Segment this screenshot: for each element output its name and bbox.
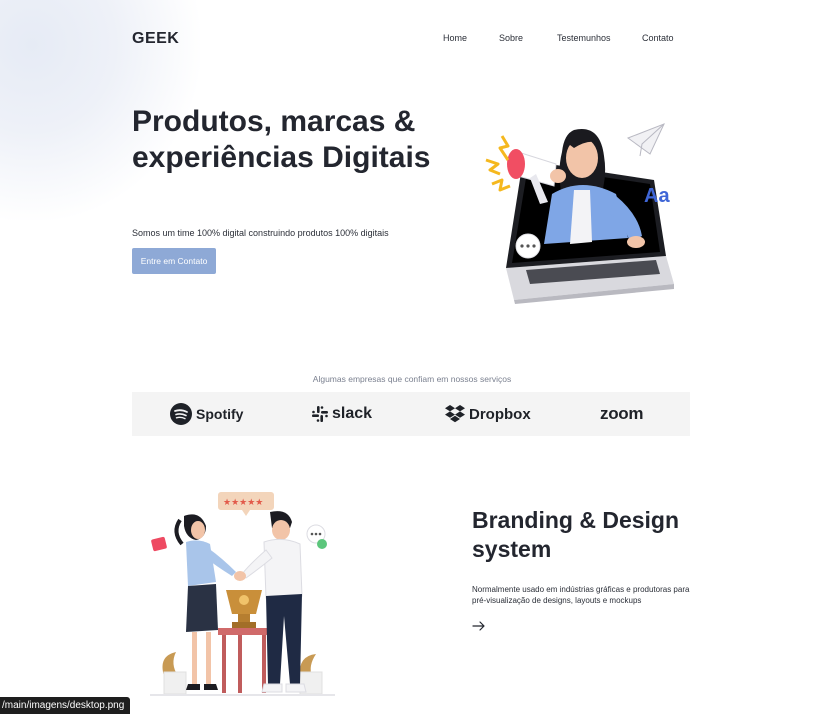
brand-dropbox-label: Dropbox: [469, 405, 531, 423]
dropbox-icon: [445, 405, 465, 423]
branding-title: Branding & Design system: [472, 507, 680, 562]
brands-strip: Spotify slack Dropbox zoom: [132, 392, 690, 436]
contact-button[interactable]: Entre em Contato: [132, 248, 216, 274]
svg-text:★★★★★: ★★★★★: [223, 498, 263, 508]
slack-icon: [312, 406, 328, 422]
brand-slack-label: slack: [332, 405, 373, 422]
branding-text: Normalmente usado em indústrias gráficas…: [472, 585, 690, 605]
nav-home[interactable]: Home: [443, 33, 467, 43]
hero-title: Produtos, marcas & experiências Digitais: [132, 105, 431, 174]
brand-dropbox: Dropbox: [445, 392, 531, 436]
brands-caption: Algumas empresas que confiam em nossos s…: [312, 374, 512, 384]
main-nav: Home Sobre Testemunhos Contato: [0, 33, 824, 47]
brand-zoom-label: zoom: [600, 404, 644, 423]
status-bar-url: /main/imagens/desktop.png: [0, 697, 131, 714]
hero-subtitle: Somos um time 100% digital construindo p…: [132, 228, 389, 238]
spotify-icon: [170, 403, 192, 425]
brand-zoom: zoom: [600, 392, 643, 436]
nav-contato[interactable]: Contato: [642, 33, 674, 43]
hero-laptop-illustration: Aa: [485, 123, 674, 304]
brand-spotify-label: Spotify: [196, 406, 244, 422]
nav-testemunhos[interactable]: Testemunhos: [557, 33, 611, 43]
brand-slack: slack: [312, 392, 372, 436]
svg-text:Aa: Aa: [644, 185, 670, 207]
nav-sobre[interactable]: Sobre: [499, 33, 523, 43]
brand-spotify: Spotify: [170, 392, 243, 436]
handshake-illustration: ★★★★★: [150, 492, 335, 696]
arrow-right-icon[interactable]: [472, 620, 486, 632]
